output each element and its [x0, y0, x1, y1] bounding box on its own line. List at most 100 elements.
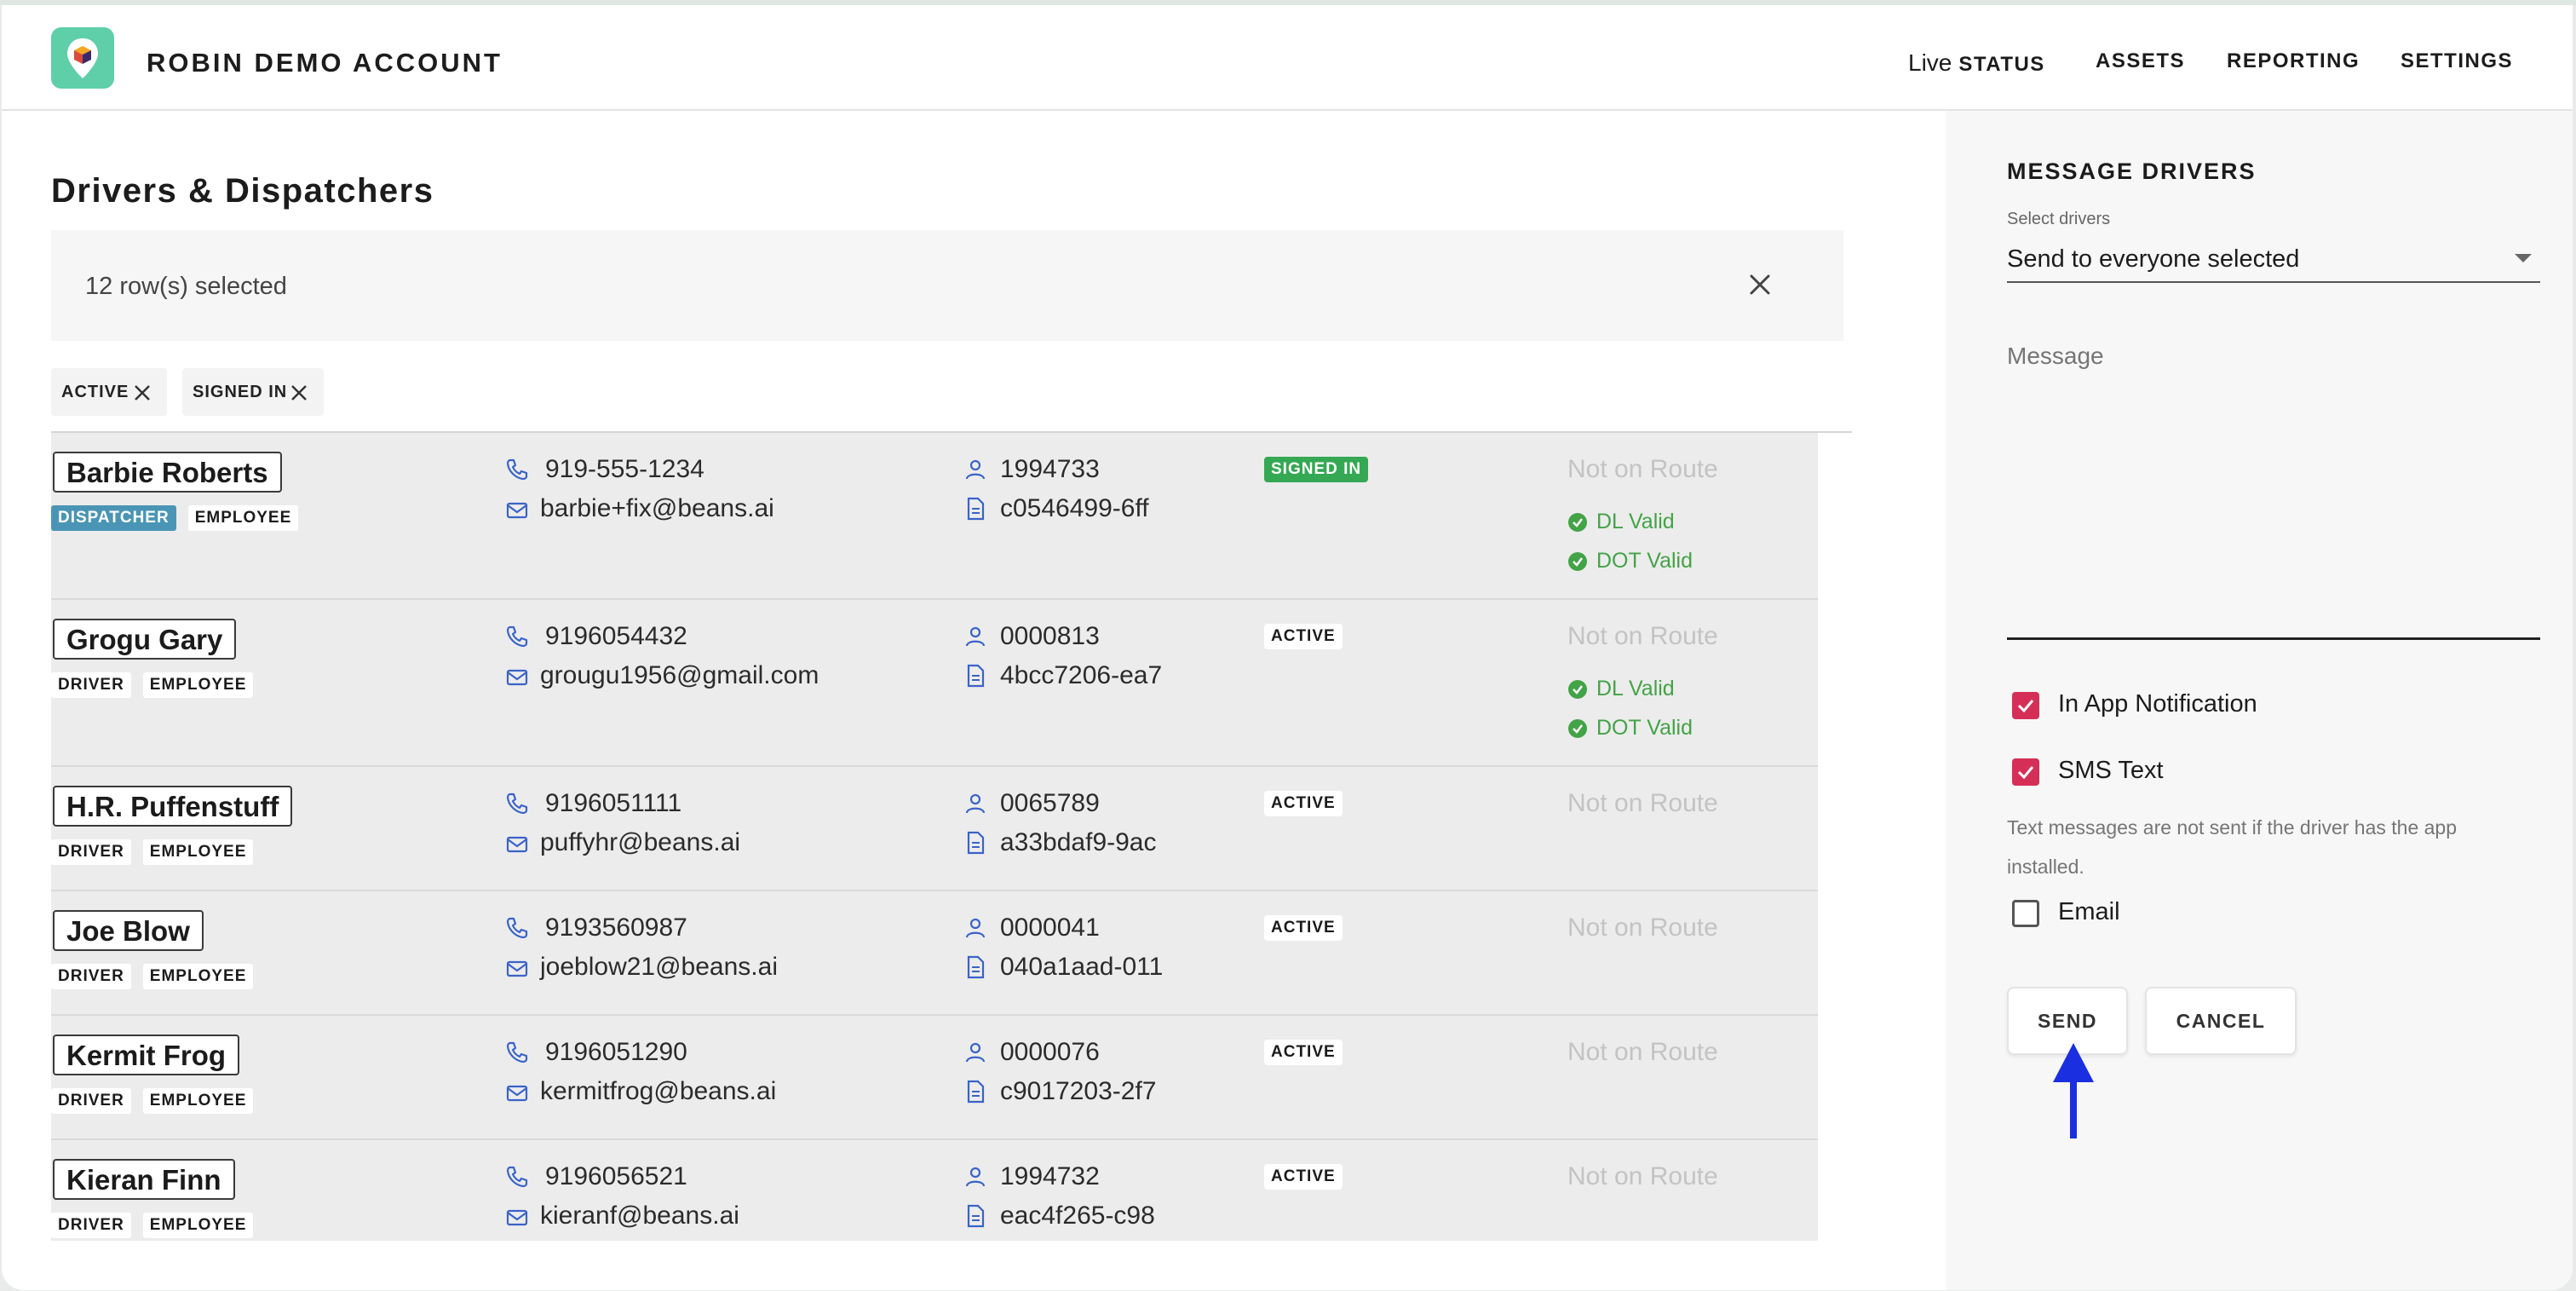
role-tag: DRIVER: [51, 1088, 131, 1114]
user-id: 0000041: [1000, 913, 1100, 942]
in-app-notification-checkbox[interactable]: [2012, 692, 2039, 719]
map-pin-logo-icon: [67, 38, 98, 78]
status-badge: ACTIVE: [1264, 915, 1343, 941]
check-circle-icon: [1568, 552, 1587, 572]
role-tags: DRIVER EMPLOYEE: [51, 672, 265, 698]
driver-name[interactable]: Kermit Frog: [53, 1035, 240, 1075]
select-drivers-value: Send to everyone selected: [2007, 245, 2300, 273]
phone-number: 919-555-1234: [545, 455, 704, 483]
route-status: Not on Route: [1567, 455, 1718, 483]
driver-name[interactable]: H.R. Puffenstuff: [53, 786, 293, 827]
role-tags: DRIVER EMPLOYEE: [51, 964, 265, 989]
user-id: 0000813: [1000, 622, 1100, 650]
email-icon: [506, 502, 528, 519]
email-checkbox[interactable]: [2012, 900, 2039, 927]
filter-chip-signed-in[interactable]: SIGNED IN: [182, 368, 324, 416]
user-icon: [965, 459, 986, 480]
role-tag: EMPLOYEE: [142, 839, 254, 865]
user-icon: [965, 918, 986, 938]
email-address: grougu1956@gmail.com: [540, 661, 819, 689]
user-icon: [965, 793, 986, 814]
user-icon: [965, 1042, 986, 1063]
checkmark-icon: [2017, 766, 2034, 780]
role-tags: DRIVER EMPLOYEE: [51, 839, 265, 865]
document-icon: [967, 664, 985, 688]
driver-name[interactable]: Kieran Finn: [53, 1159, 235, 1200]
dot-valid: DOT Valid: [1567, 716, 1693, 741]
role-tag: DRIVER: [51, 672, 131, 698]
app-logo[interactable]: [51, 27, 114, 89]
table-row[interactable]: Kermit Frog DRIVER EMPLOYEE 9196051290 ke…: [51, 1016, 1818, 1140]
sms-text-checkbox[interactable]: [2012, 758, 2039, 786]
status-badge: ACTIVE: [1264, 791, 1343, 816]
account-name: ROBIN DEMO ACCOUNT: [147, 48, 503, 78]
role-tag: DRIVER: [51, 1213, 131, 1238]
document-icon: [967, 497, 985, 521]
role-tag: EMPLOYEE: [142, 1213, 254, 1238]
email-icon: [506, 1209, 528, 1226]
app-window: ROBIN DEMO ACCOUNT Live STATUS ASSETS REP…: [2, 5, 2573, 1290]
nav-settings[interactable]: SETTINGS: [2401, 49, 2513, 73]
email-address: puffyhr@beans.ai: [540, 828, 741, 856]
phone-icon: [506, 1041, 528, 1063]
dl-valid: DL Valid: [1567, 677, 1675, 701]
document-icon: [967, 1204, 985, 1228]
phone-number: 9196051290: [545, 1038, 687, 1066]
email-label: Email: [2058, 898, 2120, 925]
status-badge: SIGNED IN: [1264, 457, 1369, 482]
phone-icon: [506, 1166, 528, 1188]
select-drivers-label: Select drivers: [2007, 210, 2111, 228]
sms-text-label: SMS Text: [2058, 757, 2164, 784]
clear-selection-close-icon[interactable]: [1743, 268, 1777, 302]
table-row[interactable]: Kieran Finn DRIVER EMPLOYEE 9196056521 ki…: [51, 1140, 1818, 1241]
remove-filter-close-icon[interactable]: [133, 383, 152, 402]
email-icon: [506, 1085, 528, 1102]
check-circle-icon: [1568, 680, 1587, 700]
email-address: barbie+fix@beans.ai: [540, 494, 774, 522]
user-id: 1994732: [1000, 1162, 1100, 1190]
phone-icon: [506, 917, 528, 939]
check-circle-icon: [1568, 719, 1587, 739]
role-tags: DRIVER EMPLOYEE: [51, 1213, 265, 1238]
page-title: Drivers & Dispatchers: [51, 172, 434, 210]
sms-hint-text: Text messages are not sent if the driver…: [2007, 816, 2458, 878]
table-row[interactable]: Barbie Roberts DISPATCHER EMPLOYEE 919-55…: [51, 433, 1818, 600]
table-row[interactable]: Joe Blow DRIVER EMPLOYEE 9193560987 joebl…: [51, 891, 1818, 1016]
phone-number: 9196054432: [545, 622, 687, 650]
document-id: c9017203-2f7: [1000, 1077, 1157, 1105]
checkmark-icon: [2017, 700, 2034, 713]
driver-name[interactable]: Grogu Gary: [53, 619, 237, 660]
email-icon: [506, 669, 528, 686]
message-drivers-panel: MESSAGE DRIVERS Select drivers Send to e…: [1946, 111, 2573, 1290]
document-icon: [967, 1080, 985, 1104]
driver-name[interactable]: Joe Blow: [53, 910, 204, 951]
table-row[interactable]: H.R. Puffenstuff DRIVER EMPLOYEE 91960511…: [51, 767, 1818, 891]
phone-icon: [506, 792, 528, 815]
driver-name[interactable]: Barbie Roberts: [53, 452, 282, 493]
message-textarea[interactable]: Message: [2007, 331, 2540, 640]
role-tag: DRIVER: [51, 964, 131, 989]
document-id: a33bdaf9-9ac: [1000, 828, 1157, 856]
message-placeholder: Message: [2007, 343, 2104, 369]
role-tags: DRIVER EMPLOYEE: [51, 1088, 265, 1114]
cancel-button[interactable]: CANCEL: [2145, 987, 2297, 1055]
select-drivers-dropdown[interactable]: Send to everyone selected: [2007, 239, 2540, 283]
filter-chip-label: ACTIVE: [61, 383, 129, 401]
dot-valid-label: DOT Valid: [1596, 549, 1693, 573]
filter-chip-active[interactable]: ACTIVE: [51, 368, 167, 416]
route-status: Not on Route: [1567, 1162, 1718, 1190]
document-icon: [967, 955, 985, 979]
table-row[interactable]: Grogu Gary DRIVER EMPLOYEE 9196054432 gro…: [51, 600, 1818, 767]
dropdown-caret-icon: [2515, 254, 2532, 262]
document-icon: [967, 831, 985, 855]
phone-number: 9196056521: [545, 1162, 687, 1190]
email-icon: [506, 836, 528, 853]
nav-assets[interactable]: ASSETS: [2096, 49, 2185, 73]
remove-filter-close-icon[interactable]: [290, 383, 308, 402]
nav-reporting[interactable]: REPORTING: [2227, 49, 2360, 73]
route-status: Not on Route: [1567, 622, 1718, 650]
route-status: Not on Route: [1567, 1038, 1718, 1066]
nav-live-status[interactable]: Live STATUS: [1908, 49, 2045, 77]
nav-live-prefix: Live: [1908, 49, 1952, 76]
top-header: ROBIN DEMO ACCOUNT Live STATUS ASSETS REP…: [2, 5, 2573, 111]
